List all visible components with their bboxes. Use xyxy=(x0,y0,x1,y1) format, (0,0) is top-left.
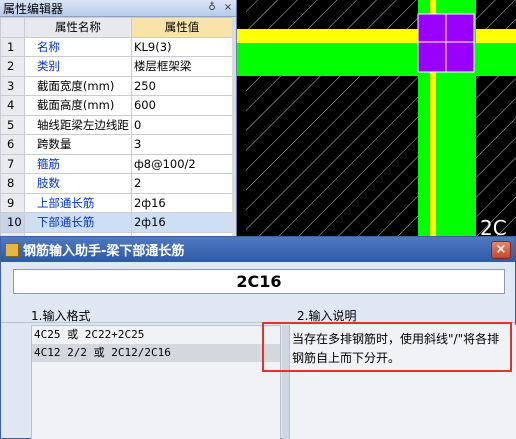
dialog-title: 钢筋输入助手-梁下部通长筋 xyxy=(23,244,185,259)
row-number: 4 xyxy=(0,95,25,116)
property-editor-title: 属性编辑器 xyxy=(3,1,64,16)
row-number: 9 xyxy=(0,192,25,213)
property-name: 类别 xyxy=(23,56,132,77)
property-name: 名称 xyxy=(23,36,132,57)
property-value[interactable]: ф8@100/2 xyxy=(130,153,234,174)
row-number: 7 xyxy=(0,153,25,174)
property-value[interactable]: 600 xyxy=(130,95,234,116)
app-icon xyxy=(5,242,19,257)
row-number: 5 xyxy=(0,114,25,135)
col-header-number xyxy=(0,17,25,38)
property-editor-titlebar[interactable]: 属性编辑器 ♁ × xyxy=(0,0,236,17)
annotation-highlight-box xyxy=(262,322,512,372)
property-row[interactable]: 1 名称 KL9(3) xyxy=(0,36,234,57)
column-top-right[interactable] xyxy=(445,13,475,43)
property-row[interactable]: 5 轴线距梁左边线距 0 xyxy=(0,114,234,135)
property-value[interactable]: 楼层框架梁 xyxy=(130,56,234,77)
format-item-selected[interactable]: 4C12 2/2 或 2C12/2C16 xyxy=(32,344,280,362)
property-name: 轴线距梁左边线距 xyxy=(23,114,132,135)
column-bottom-left[interactable] xyxy=(417,41,447,73)
col-header-name[interactable]: 属性名称 xyxy=(23,17,132,38)
dialog-close-button[interactable]: × xyxy=(491,240,511,259)
property-name: 箍筋 xyxy=(23,153,132,174)
property-value[interactable]: KL9(3) xyxy=(130,36,234,57)
property-table-header: 属性名称 属性值 xyxy=(0,17,234,38)
property-row[interactable]: 3 截面宽度(mm) 250 xyxy=(0,75,234,96)
property-value[interactable]: 2ф16 xyxy=(130,192,234,213)
close-icon[interactable]: × xyxy=(220,1,236,15)
property-name: 截面宽度(mm) xyxy=(23,75,132,96)
property-value[interactable]: 0 xyxy=(130,114,234,135)
property-row[interactable]: 6 跨数量 3 xyxy=(0,134,234,155)
column-top-left[interactable] xyxy=(417,13,447,43)
row-number: 1 xyxy=(0,36,25,57)
property-name: 上部通长筋 xyxy=(23,192,132,213)
property-value[interactable]: 2ф16 xyxy=(130,212,234,233)
col-header-value[interactable]: 属性值 xyxy=(130,17,234,38)
property-value[interactable]: 3 xyxy=(130,134,234,155)
property-name: 截面高度(mm) xyxy=(23,95,132,116)
format-list[interactable]: 4C25 或 2C22+2C25 4C12 2/2 或 2C12/2C16 xyxy=(31,325,281,439)
property-value[interactable]: 2 xyxy=(130,173,234,194)
row-number: 2 xyxy=(0,56,25,77)
row-number: 8 xyxy=(0,173,25,194)
row-number: 3 xyxy=(0,75,25,96)
property-row[interactable]: 2 类别 楼层框架梁 xyxy=(0,56,234,77)
row-number: 6 xyxy=(0,134,25,155)
dialog-titlebar[interactable]: 钢筋输入助手-梁下部通长筋 × xyxy=(1,237,515,262)
property-value[interactable]: 250 xyxy=(130,75,234,96)
property-row[interactable]: 8 肢数 2 xyxy=(0,173,234,194)
row-number: 10 xyxy=(0,212,25,233)
property-row[interactable]: 10 下部通长筋 2ф16 xyxy=(0,212,234,233)
format-item[interactable]: 4C25 或 2C22+2C25 xyxy=(32,326,280,344)
column-bottom-right[interactable] xyxy=(445,41,475,73)
property-name: 下部通长筋 xyxy=(23,212,132,233)
property-row[interactable]: 9 上部通长筋 2ф16 xyxy=(0,192,234,213)
property-name: 肢数 xyxy=(23,173,132,194)
property-row[interactable]: 4 截面高度(mm) 600 xyxy=(0,95,234,116)
property-row[interactable]: 7 箍筋 ф8@100/2 xyxy=(0,153,234,174)
property-name: 跨数量 xyxy=(23,134,132,155)
pin-icon[interactable]: ♁ xyxy=(204,1,220,15)
rebar-input-field[interactable]: 2C16 xyxy=(13,269,505,294)
